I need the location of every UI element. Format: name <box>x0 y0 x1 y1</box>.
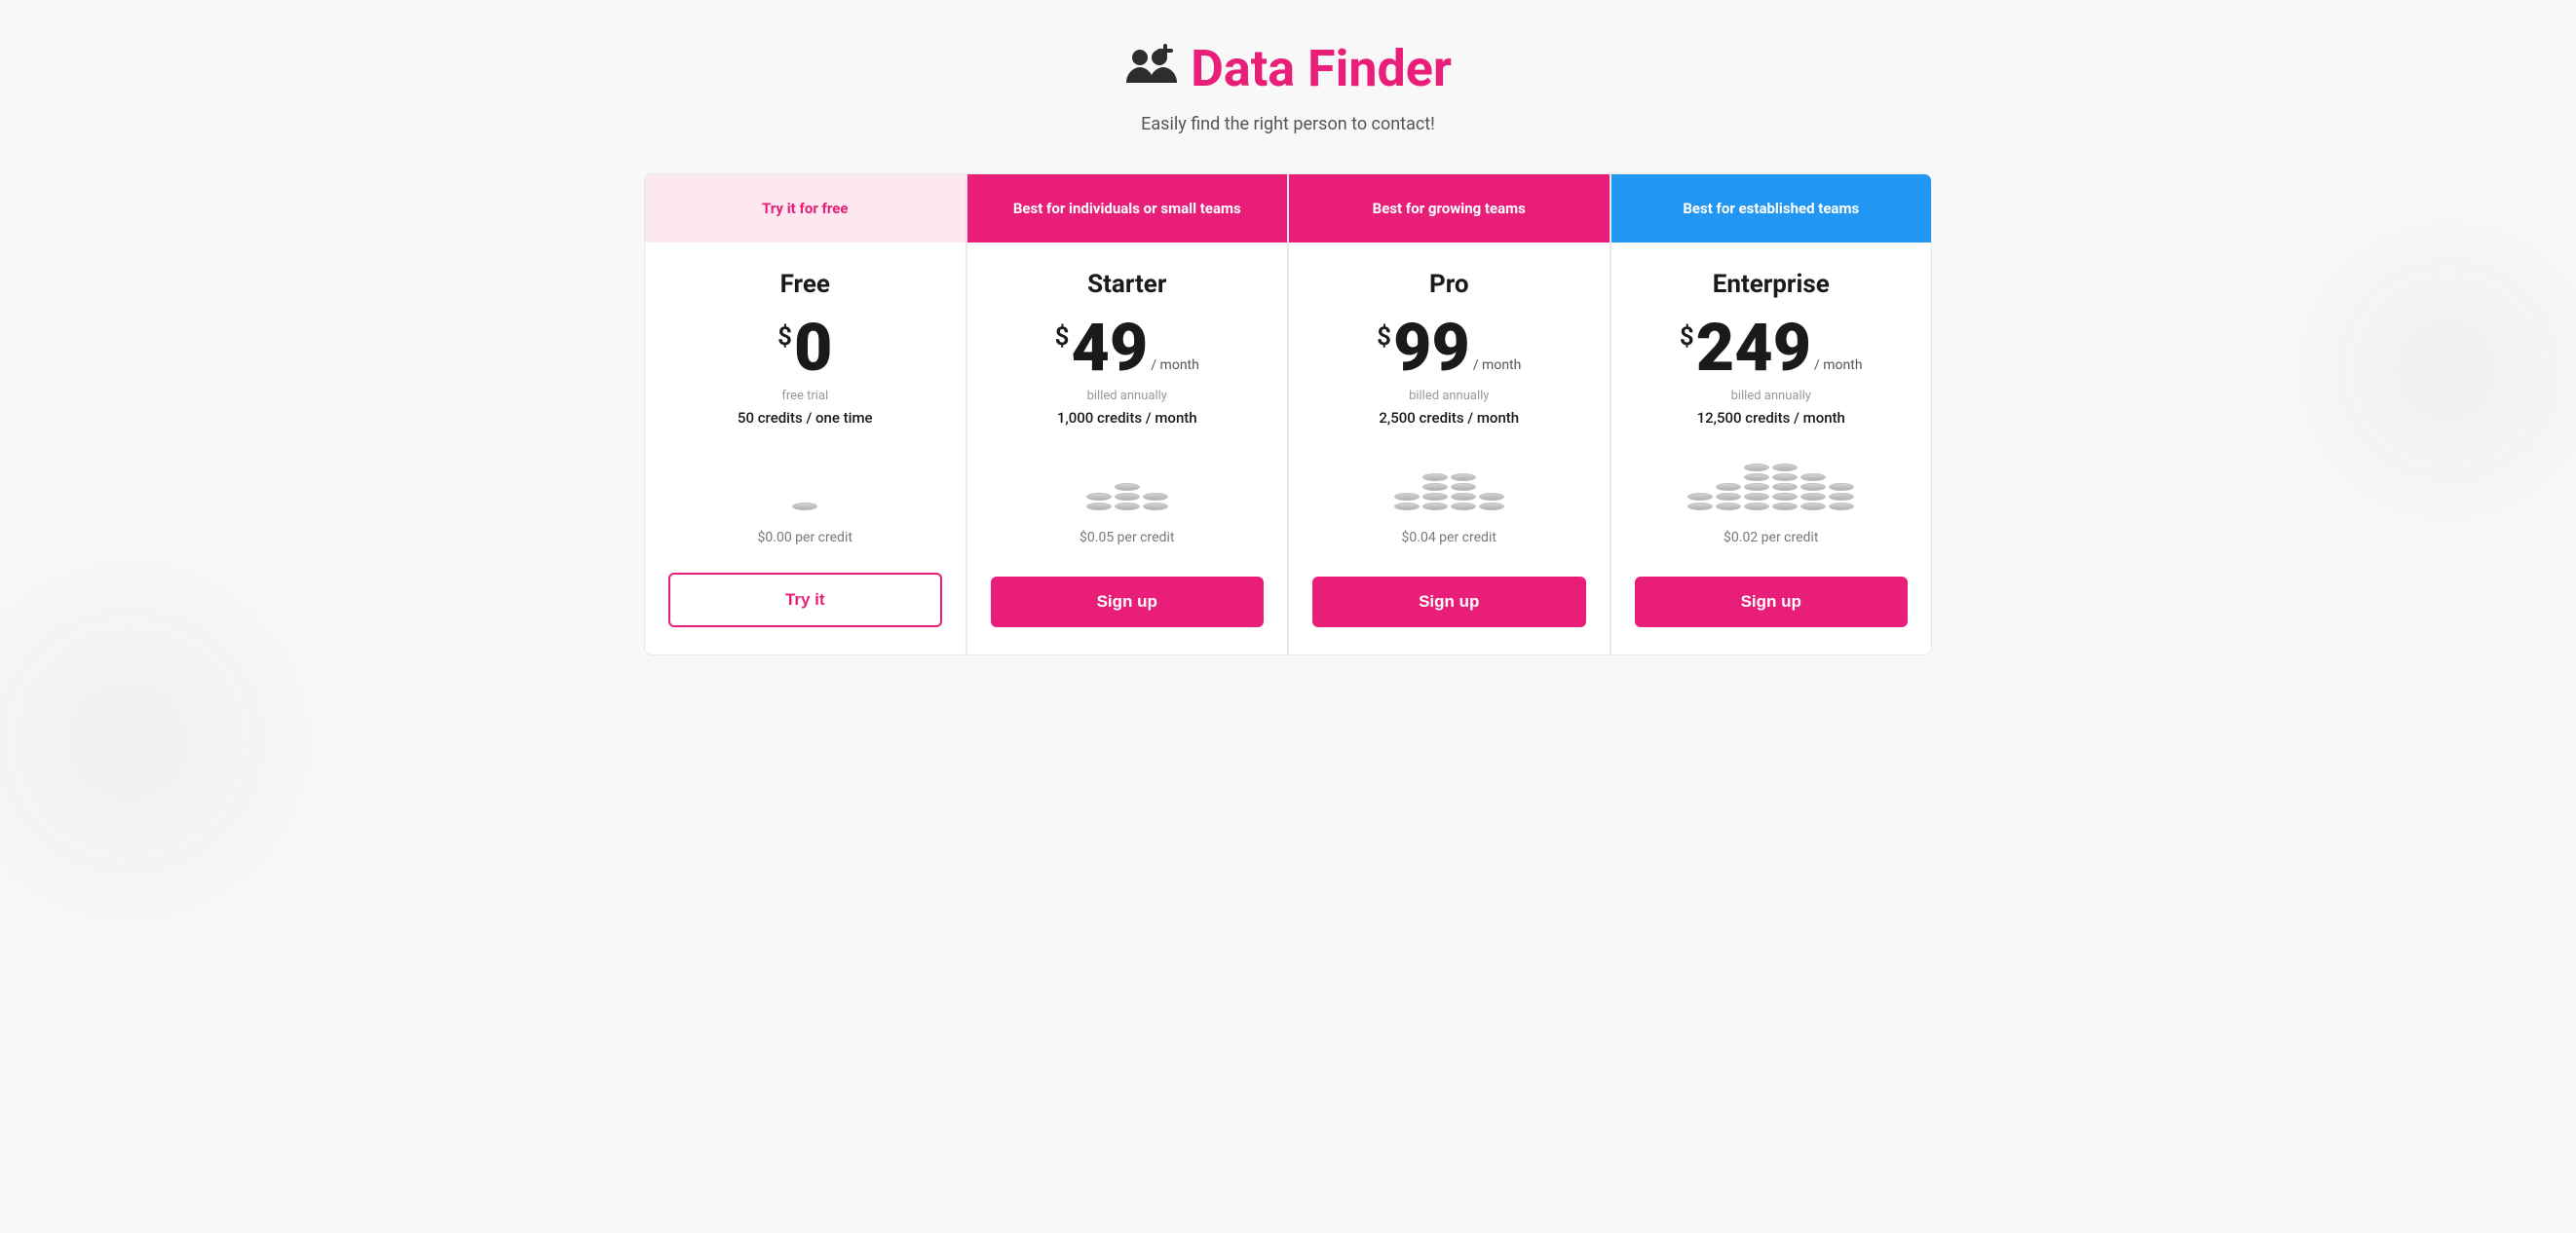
plan-footer: Sign up <box>1611 577 1932 654</box>
price-amount: 49 <box>1071 315 1148 381</box>
price-dollar-sign: $ <box>777 322 792 352</box>
plan-name: Pro <box>1429 270 1469 299</box>
app-subtitle: Easily find the right person to contact! <box>644 114 1932 134</box>
price-dollar-sign: $ <box>1055 322 1070 352</box>
plan-banner: Best for growing teams <box>1289 174 1610 243</box>
per-credit: $0.04 per credit <box>1402 530 1496 545</box>
price-period: / month <box>1151 357 1199 373</box>
pricing-grid: Try it for free Free $ 0 free trial 50 c… <box>644 173 1932 655</box>
price-dollar-sign: $ <box>1680 322 1694 352</box>
credits-note: 50 credits / one time <box>738 409 873 427</box>
app-title: Data Finder <box>1191 39 1452 98</box>
logo-icon <box>1124 40 1179 98</box>
price-row: $ 49 / month <box>1055 315 1199 381</box>
billing-note: billed annually <box>1087 389 1167 403</box>
billing-note: free trial <box>781 389 828 403</box>
logo-area: Data Finder <box>644 39 1932 98</box>
coin-stack <box>1086 462 1168 510</box>
plan-card-enterprise: Best for established teams Enterprise $ … <box>1610 173 1933 655</box>
plan-name: Starter <box>1087 270 1166 299</box>
price-amount: 249 <box>1696 315 1811 381</box>
cta-button-starter[interactable]: Sign up <box>991 577 1265 627</box>
price-row: $ 249 / month <box>1680 315 1863 381</box>
coin-stack <box>792 462 817 510</box>
banner-text: Best for individuals or small teams <box>1013 200 1241 217</box>
credits-note: 1,000 credits / month <box>1057 409 1197 427</box>
plan-card-free: Try it for free Free $ 0 free trial 50 c… <box>644 173 966 655</box>
coin-stack <box>1394 462 1504 510</box>
plan-name: Enterprise <box>1713 270 1830 299</box>
plan-content: Free $ 0 free trial 50 credits / one tim… <box>645 243 966 573</box>
cta-button-pro[interactable]: Sign up <box>1312 577 1586 627</box>
price-dollar-sign: $ <box>1377 322 1391 352</box>
plan-name: Free <box>780 270 830 299</box>
per-credit: $0.05 per credit <box>1080 530 1174 545</box>
banner-text: Best for established teams <box>1683 200 1859 217</box>
cta-button-enterprise[interactable]: Sign up <box>1635 577 1909 627</box>
plan-card-starter: Best for individuals or small teams Star… <box>966 173 1289 655</box>
banner-text: Best for growing teams <box>1373 200 1526 217</box>
price-row: $ 0 <box>777 315 832 381</box>
plan-banner: Best for individuals or small teams <box>967 174 1288 243</box>
price-row: $ 99 / month <box>1377 315 1521 381</box>
price-amount: 0 <box>794 315 832 381</box>
plan-content: Starter $ 49 / month billed annually 1,0… <box>967 243 1288 577</box>
credits-note: 2,500 credits / month <box>1379 409 1519 427</box>
billing-note: billed annually <box>1409 389 1489 403</box>
billing-note: billed annually <box>1731 389 1811 403</box>
plan-content: Enterprise $ 249 / month billed annually… <box>1611 243 1932 577</box>
per-credit: $0.02 per credit <box>1724 530 1818 545</box>
banner-text: Try it for free <box>762 200 848 217</box>
per-credit: $0.00 per credit <box>758 530 852 545</box>
plan-card-pro: Best for growing teams Pro $ 99 / month … <box>1288 173 1610 655</box>
plan-banner: Best for established teams <box>1611 174 1932 243</box>
plan-footer: Sign up <box>967 577 1288 654</box>
page-container: Data Finder Easily find the right person… <box>644 39 1932 655</box>
price-period: / month <box>1473 357 1522 373</box>
page-header: Data Finder Easily find the right person… <box>644 39 1932 134</box>
cta-button-free[interactable]: Try it <box>668 573 942 627</box>
credits-note: 12,500 credits / month <box>1697 409 1845 427</box>
plan-content: Pro $ 99 / month billed annually 2,500 c… <box>1289 243 1610 577</box>
plan-footer: Sign up <box>1289 577 1610 654</box>
plan-footer: Try it <box>645 573 966 654</box>
plan-banner: Try it for free <box>645 174 966 243</box>
price-amount: 99 <box>1393 315 1470 381</box>
price-period: / month <box>1814 357 1863 373</box>
coin-stack <box>1687 462 1854 510</box>
